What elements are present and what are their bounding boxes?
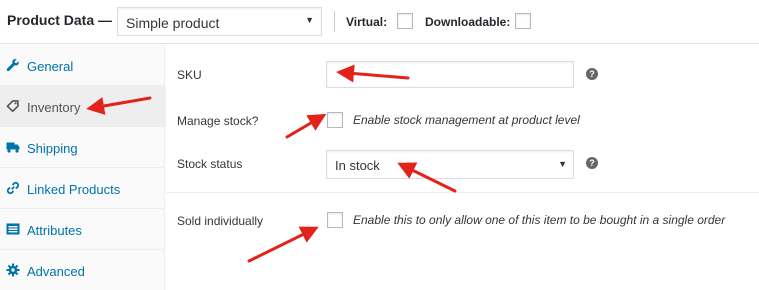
tab-label: Attributes — [27, 223, 82, 238]
downloadable-checkbox[interactable] — [515, 13, 531, 29]
chevron-down-icon: ▼ — [305, 15, 314, 25]
product-type-value: Simple product — [126, 15, 220, 31]
tab-attributes[interactable]: Attributes — [0, 209, 165, 250]
tag-icon — [6, 100, 19, 113]
product-data-tabs: General Inventory Shipping Linked Produc… — [0, 45, 166, 290]
tab-label: Shipping — [27, 141, 78, 156]
truck-icon — [6, 142, 20, 153]
gear-icon — [6, 263, 20, 277]
wrench-icon — [6, 59, 19, 72]
downloadable-label: Downloadable: — [425, 15, 511, 29]
help-icon[interactable]: ? — [586, 157, 598, 169]
tab-general[interactable]: General — [0, 45, 165, 86]
tab-label: Inventory — [27, 100, 81, 115]
product-type-select[interactable]: Simple product ▼ — [117, 7, 322, 36]
stock-status-select[interactable]: In stock ▼ — [326, 150, 574, 179]
tab-label: Linked Products — [27, 182, 121, 197]
stock-status-label: Stock status — [177, 157, 243, 171]
header-divider — [334, 11, 335, 32]
tab-label: Advanced — [27, 264, 85, 279]
sold-individually-description: Enable this to only allow one of this it… — [353, 213, 726, 227]
arrow-manage-stock — [285, 113, 327, 139]
virtual-label: Virtual: — [346, 15, 388, 29]
tab-linked-products[interactable]: Linked Products — [0, 168, 165, 209]
list-icon — [6, 223, 20, 235]
chevron-down-icon: ▼ — [558, 159, 567, 169]
tab-label: General — [27, 59, 74, 74]
tab-inventory[interactable]: Inventory — [0, 86, 166, 127]
help-icon[interactable]: ? — [586, 68, 598, 80]
sold-individually-checkbox[interactable] — [327, 212, 343, 228]
product-data-title: Product Data — — [7, 12, 113, 28]
virtual-checkbox[interactable] — [397, 13, 413, 29]
link-icon — [6, 181, 20, 195]
stock-status-value: In stock — [335, 158, 380, 173]
product-data-header: Product Data — Simple product ▼ Virtual:… — [0, 0, 759, 44]
manage-stock-label: Manage stock? — [177, 114, 259, 128]
manage-stock-description: Enable stock management at product level — [353, 113, 580, 127]
manage-stock-checkbox[interactable] — [327, 112, 343, 128]
tab-advanced[interactable]: Advanced — [0, 250, 165, 290]
arrow-sold-individually — [247, 226, 319, 263]
sold-individually-label: Sold individually — [177, 214, 264, 228]
section-divider — [166, 192, 759, 193]
sku-label: SKU — [177, 68, 202, 82]
sku-input[interactable] — [326, 61, 574, 88]
tab-shipping[interactable]: Shipping — [0, 127, 165, 168]
